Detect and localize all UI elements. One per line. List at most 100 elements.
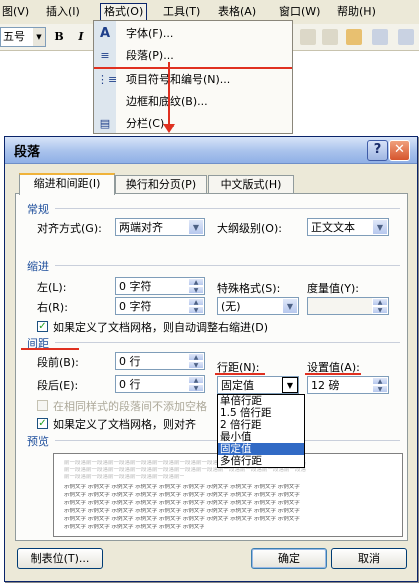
spin-down-icon[interactable]: ▼ (372, 306, 388, 314)
no-space-same-style-label: 在相同样式的段落间不添加空格 (53, 400, 207, 413)
no-space-same-style-checkbox[interactable] (37, 400, 48, 411)
bold-button[interactable]: B (50, 28, 68, 46)
snap-to-grid-checkbox[interactable]: ✓ (37, 418, 48, 429)
close-button[interactable]: ✕ (389, 140, 410, 161)
spin-down-icon[interactable]: ▼ (188, 384, 204, 392)
menu-item-font[interactable]: A 字体(F)... (94, 23, 292, 45)
section-preview-title: 预览 (27, 435, 49, 448)
line-spacing-option[interactable]: 最小值 (218, 431, 304, 443)
chevron-down-icon: ▼ (188, 219, 204, 235)
line-spacing-option[interactable]: 单倍行距 (218, 395, 304, 407)
spin-down-icon[interactable]: ▼ (372, 385, 388, 393)
outline-level-select[interactable]: 正文文本 ▼ (307, 218, 389, 236)
help-button[interactable]: ? (367, 140, 388, 161)
line-spacing-option[interactable]: 2 倍行距 (218, 419, 304, 431)
tab-indents-spacing[interactable]: 缩进和间距(I) (19, 173, 115, 195)
spin-up-icon[interactable]: ▲ (188, 298, 204, 306)
snap-to-grid-label: 如果定义了文档网格，则对齐 (53, 418, 196, 431)
format-dropdown-menu: A 字体(F)... ≡ 段落(P)... ⋮≡ 项目符号和编号(N)... 边… (93, 20, 293, 134)
spin-up-icon[interactable]: ▲ (188, 278, 204, 286)
font-size-value: 五号 (3, 30, 25, 43)
menu-insert[interactable]: 插入(I) (46, 4, 80, 20)
menu-format[interactable]: 格式(O) (100, 3, 148, 21)
divider (55, 208, 400, 209)
space-after-spinner[interactable]: 0 行 ▲ ▼ (115, 375, 205, 393)
ok-button[interactable]: 确定 (251, 548, 327, 569)
menu-view[interactable]: 图(V) (2, 4, 29, 20)
copy-icon[interactable] (300, 29, 316, 45)
tab-asian-typography[interactable]: 中文版式(H) (208, 175, 294, 193)
section-indent-title: 缩进 (27, 260, 49, 273)
menu-item-paragraph[interactable]: ≡ 段落(P)... (94, 45, 292, 67)
font-size-combo[interactable]: 五号 ▼ (0, 27, 46, 47)
preview-sample-line: 示例文字 示例文字 示例文字 示例文字 示例文字 示例文字 示例文字 示例文字 … (64, 492, 300, 498)
space-after-label: 段后(E): (37, 379, 79, 392)
space-before-label: 段前(B): (37, 356, 79, 369)
annotation-underline (21, 348, 79, 350)
line-spacing-option-selected[interactable]: 固定值 (218, 443, 304, 455)
italic-button[interactable]: I (72, 28, 90, 46)
bullets-icon: ⋮≡ (97, 73, 118, 86)
preview-sample-line: 示例文字 示例文字 示例文字 示例文字 示例文字 示例文字 示例文字 示例文字 … (64, 508, 300, 514)
paste-icon[interactable] (322, 29, 338, 45)
preview-prev-line: 前一段落前一段落前一段落前一段落前一段落前一段落前一段落前一段落前一段落前一段落… (64, 474, 184, 480)
line-spacing-select[interactable]: 固定值 ▼ (217, 376, 299, 394)
preview-sample-line: 示例文字 示例文字 示例文字 示例文字 示例文字 示例文字 示例文字 示例文字 … (64, 516, 300, 522)
chevron-down-icon: ▼ (282, 377, 298, 393)
line-spacing-option[interactable]: 多倍行距 (218, 455, 304, 467)
paragraph-icon: ≡ (100, 49, 110, 62)
spin-down-icon[interactable]: ▼ (188, 361, 204, 369)
indent-right-spinner[interactable]: 0 字符 ▲ ▼ (115, 297, 205, 315)
menu-help[interactable]: 帮助(H) (337, 4, 376, 20)
special-indent-label: 特殊格式(S): (217, 282, 281, 295)
cancel-button[interactable]: 取消 (331, 548, 407, 569)
chevron-down-icon: ▼ (282, 298, 298, 314)
auto-adjust-checkbox[interactable]: ✓ (37, 321, 48, 332)
format-painter-icon[interactable] (346, 29, 362, 45)
tab-line-page-breaks[interactable]: 换行和分页(P) (115, 175, 207, 193)
indent-by-label: 度量值(Y): (307, 282, 360, 295)
indent-left-spinner[interactable]: 0 字符 ▲ ▼ (115, 277, 205, 295)
space-before-spinner[interactable]: 0 行 ▲ ▼ (115, 352, 205, 370)
menu-window[interactable]: 窗口(W) (279, 4, 320, 20)
columns-icon: ▤ (99, 117, 111, 130)
menu-tools[interactable]: 工具(T) (163, 4, 200, 20)
spin-down-icon[interactable]: ▼ (188, 306, 204, 314)
alignment-select[interactable]: 两端对齐 ▼ (115, 218, 205, 236)
annotation-underline (215, 373, 265, 375)
indent-by-spinner[interactable]: ▲ ▼ (307, 297, 389, 315)
section-general-title: 常规 (27, 203, 49, 216)
tabs-button[interactable]: 制表位(T)... (17, 548, 103, 569)
chevron-down-icon: ▼ (33, 28, 45, 46)
preview-sample-line: 示例文字 示例文字 示例文字 示例文字 示例文字 示例文字 示例文字 示例文字 … (64, 524, 204, 530)
menu-item-borders[interactable]: 边框和底纹(B)... (94, 91, 292, 113)
redo-icon[interactable] (398, 29, 414, 45)
spin-up-icon[interactable]: ▲ (372, 377, 388, 385)
preview-sample-line: 示例文字 示例文字 示例文字 示例文字 示例文字 示例文字 示例文字 示例文字 … (64, 484, 300, 490)
auto-adjust-label: 如果定义了文档网格，则自动调整右缩进(D) (53, 321, 269, 334)
spin-down-icon[interactable]: ▼ (188, 286, 204, 294)
alignment-label: 对齐方式(G): (37, 222, 102, 235)
chevron-down-icon: ▼ (372, 219, 388, 235)
annotation-underline (305, 373, 361, 375)
annotation-arrow (168, 62, 170, 126)
indent-left-label: 左(L): (37, 281, 67, 294)
line-spacing-dropdown-list: 单倍行距 1.5 倍行距 2 倍行距 最小值 固定值 多倍行距 (217, 394, 305, 468)
dialog-title: 段落 (14, 145, 41, 160)
menu-table[interactable]: 表格(A) (218, 4, 256, 20)
menu-item-columns[interactable]: ▤ 分栏(C)... (94, 113, 292, 135)
preview-sample-line: 示例文字 示例文字 示例文字 示例文字 示例文字 示例文字 示例文字 示例文字 … (64, 500, 300, 506)
special-indent-select[interactable]: (无) ▼ (217, 297, 299, 315)
line-spacing-at-spinner[interactable]: 12 磅 ▲ ▼ (307, 376, 389, 394)
spin-up-icon[interactable]: ▲ (188, 376, 204, 384)
spin-up-icon[interactable]: ▲ (188, 353, 204, 361)
dialog-title-bar[interactable]: 段落 ? ✕ (5, 137, 417, 164)
indent-right-label: 右(R): (37, 301, 68, 314)
font-icon: A (99, 26, 111, 41)
line-spacing-option[interactable]: 1.5 倍行距 (218, 407, 304, 419)
spin-up-icon[interactable]: ▲ (372, 298, 388, 306)
paragraph-dialog: 段落 ? ✕ 缩进和间距(I) 换行和分页(P) 中文版式(H) 常规 对齐方式… (4, 136, 418, 582)
undo-icon[interactable] (372, 29, 388, 45)
menu-item-bullets[interactable]: ⋮≡ 项目符号和编号(N)... (94, 69, 292, 91)
divider (55, 342, 400, 343)
